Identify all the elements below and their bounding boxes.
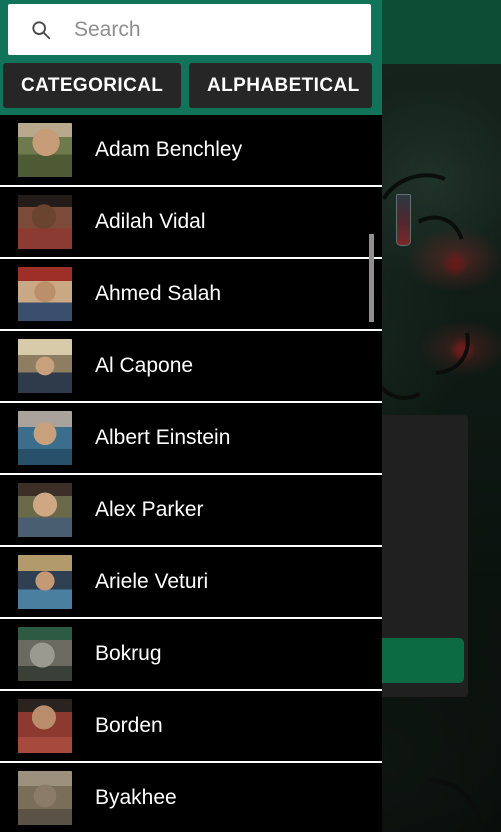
portrait-avatar — [18, 483, 72, 537]
search-icon — [32, 20, 51, 39]
list-scrollbar[interactable] — [369, 116, 378, 832]
tab-alphabetical[interactable]: ALPHABETICAL — [189, 63, 372, 108]
sort-mode-tab-row: CATEGORICAL ALPHABETICAL — [0, 63, 382, 108]
list-item[interactable]: Borden — [0, 691, 382, 763]
list-item-label: Albert Einstein — [95, 426, 231, 449]
list-item-label: Bokrug — [95, 642, 162, 665]
search-input[interactable] — [74, 17, 354, 42]
vial-decoration — [396, 194, 411, 246]
list-item[interactable]: Albert Einstein — [0, 403, 382, 475]
tab-categorical[interactable]: CATEGORICAL — [3, 63, 181, 108]
list-item-label: Borden — [95, 714, 163, 737]
list-item[interactable]: Adilah Vidal — [0, 187, 382, 259]
list-item[interactable]: Bokrug — [0, 619, 382, 691]
portrait-avatar — [18, 123, 72, 177]
list-item[interactable]: Al Capone — [0, 331, 382, 403]
list-item[interactable]: Adam Benchley — [0, 115, 382, 187]
search-field[interactable] — [8, 4, 371, 55]
portrait-avatar — [18, 699, 72, 753]
list-item[interactable]: Ariele Veturi — [0, 547, 382, 619]
list-item-label: Al Capone — [95, 354, 194, 377]
portrait-avatar — [18, 627, 72, 681]
list-item[interactable]: Ahmed Salah — [0, 259, 382, 331]
search-overlay-panel: CATEGORICAL ALPHABETICAL Adam Benchley A… — [0, 0, 382, 832]
list-item-label: Alex Parker — [95, 498, 204, 521]
list-scrollbar-thumb[interactable] — [369, 234, 374, 322]
search-header: CATEGORICAL ALPHABETICAL — [0, 0, 382, 115]
portrait-avatar — [18, 411, 72, 465]
portrait-avatar — [18, 771, 72, 825]
list-item-label: Adilah Vidal — [95, 210, 206, 233]
list-item[interactable]: Byakhee — [0, 763, 382, 832]
background-dialog-confirm-button[interactable] — [376, 638, 464, 683]
portrait-avatar — [18, 339, 72, 393]
list-item-label: Adam Benchley — [95, 138, 243, 161]
portrait-avatar — [18, 267, 72, 321]
portrait-avatar — [18, 555, 72, 609]
list-item[interactable]: Alex Parker — [0, 475, 382, 547]
list-item-label: Ariele Veturi — [95, 570, 209, 593]
search-results-list[interactable]: Adam Benchley Adilah Vidal Ahmed Salah A… — [0, 115, 382, 832]
portrait-avatar — [18, 195, 72, 249]
list-item-label: Byakhee — [95, 786, 177, 809]
list-item-label: Ahmed Salah — [95, 282, 222, 305]
